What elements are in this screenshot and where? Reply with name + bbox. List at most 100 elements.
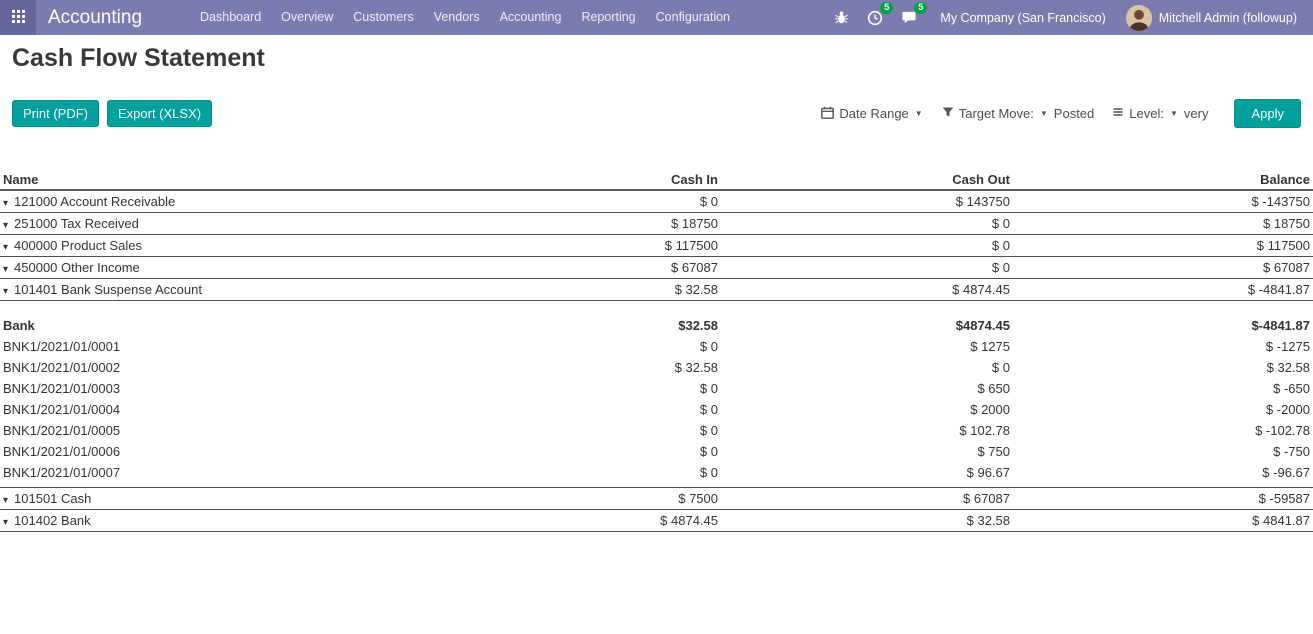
cash-flow-table: Name Cash In Cash Out Balance ▾121000 Ac… [0,170,1313,532]
cash-out-cell: $ 4874.45 [721,279,1013,301]
apps-grid-icon [12,10,25,26]
main-content: Cash Flow Statement Print (PDF) Export (… [0,44,1313,532]
level-filter[interactable]: Level: ▼ very [1112,106,1208,121]
cash-in-cell: $ 0 [429,441,721,462]
messages-chat-icon[interactable]: 5 [892,0,926,35]
cash-out-cell: $ 96.67 [721,462,1013,483]
level-icon [1112,106,1124,121]
page-title: Cash Flow Statement [12,44,1301,73]
name-cell: Bank [0,315,429,336]
row-name: 400000 Product Sales [14,238,142,253]
activity-count-badge: 5 [880,2,893,14]
row-name: BNK1/2021/01/0003 [3,381,120,396]
header-name: Name [0,170,429,190]
header-cash-out: Cash Out [721,170,1013,190]
expand-caret-icon[interactable]: ▾ [3,220,8,231]
name-cell: ▾ 101401 Bank Suspense Account [0,279,429,301]
app-brand[interactable]: Accounting [48,7,142,29]
account-row[interactable]: ▾101401 Bank Suspense Account$ 32.58$ 48… [0,279,1313,301]
name-cell: BNK1/2021/01/0003 [0,378,429,399]
level-label: Level: [1129,106,1164,121]
menu-item-overview[interactable]: Overview [271,0,343,35]
expand-caret-icon[interactable]: ▾ [3,517,8,528]
cash-in-cell: $ 0 [429,420,721,441]
balance-cell: $ -96.67 [1013,462,1313,483]
move-line-row: BNK1/2021/01/0007$ 0$ 96.67$ -96.67 [0,462,1313,483]
menu-item-reporting[interactable]: Reporting [571,0,645,35]
account-row[interactable]: ▾121000 Account Receivable$ 0$ 143750$ -… [0,190,1313,213]
row-name: 251000 Tax Received [14,216,139,231]
menu-item-vendors[interactable]: Vendors [424,0,490,35]
balance-cell: $ 4841.87 [1013,510,1313,532]
navbar: Accounting Dashboard Overview Customers … [0,0,1313,35]
company-switcher[interactable]: My Company (San Francisco) [926,11,1119,25]
apps-menu-button[interactable] [0,0,36,35]
chevron-down-icon: ▼ [915,109,923,118]
menu-item-dashboard[interactable]: Dashboard [190,0,271,35]
expand-caret-icon[interactable]: ▾ [3,242,8,253]
debug-bug-icon[interactable] [825,0,858,35]
name-cell: BNK1/2021/01/0005 [0,420,429,441]
target-move-value: Posted [1054,106,1094,121]
move-line-row: BNK1/2021/01/0002$ 32.58$ 0$ 32.58 [0,357,1313,378]
name-cell: BNK1/2021/01/0002 [0,357,429,378]
filter-funnel-icon [942,106,954,121]
message-count-badge: 5 [914,2,927,14]
target-move-label: Target Move: [959,106,1034,121]
account-row[interactable]: ▾101402 Bank$ 4874.45$ 32.58$ 4841.87 [0,510,1313,532]
report-table-body: ▾121000 Account Receivable$ 0$ 143750$ -… [0,190,1313,532]
cash-in-cell: $ 32.58 [429,357,721,378]
name-cell: BNK1/2021/01/0007 [0,462,429,483]
table-header-row: Name Cash In Cash Out Balance [0,170,1313,190]
name-cell: BNK1/2021/01/0004 [0,399,429,420]
account-row[interactable]: ▾101501 Cash$ 7500$ 67087$ -59587 [0,488,1313,510]
balance-cell: $-4841.87 [1013,315,1313,336]
name-cell: BNK1/2021/01/0001 [0,336,429,357]
cash-in-cell: $ 0 [429,399,721,420]
balance-cell: $ 32.58 [1013,357,1313,378]
name-cell: BNK1/2021/01/0006 [0,441,429,462]
expand-caret-icon[interactable]: ▾ [3,198,8,209]
date-range-filter[interactable]: Date Range ▼ [821,106,923,122]
balance-cell: $ -1275 [1013,336,1313,357]
cash-out-cell: $ 0 [721,357,1013,378]
account-row[interactable]: ▾251000 Tax Received$ 18750$ 0$ 18750 [0,213,1313,235]
move-line-row: BNK1/2021/01/0003$ 0$ 650$ -650 [0,378,1313,399]
menu-item-configuration[interactable]: Configuration [646,0,740,35]
print-pdf-button[interactable]: Print (PDF) [12,100,99,127]
avatar [1126,5,1152,31]
cash-in-cell: $ 0 [429,462,721,483]
expand-caret-icon[interactable]: ▾ [3,286,8,297]
export-xlsx-button[interactable]: Export (XLSX) [107,100,212,127]
cash-in-cell: $ 7500 [429,488,721,510]
export-buttons: Print (PDF) Export (XLSX) [12,100,212,127]
account-row[interactable]: ▾400000 Product Sales$ 117500$ 0$ 117500 [0,235,1313,257]
activities-clock-icon[interactable]: 5 [858,0,892,35]
top-menu: Dashboard Overview Customers Vendors Acc… [190,0,740,35]
row-name: BNK1/2021/01/0004 [3,402,120,417]
expand-caret-icon[interactable]: ▾ [3,495,8,506]
cash-in-cell: $ 0 [429,336,721,357]
menu-item-customers[interactable]: Customers [343,0,423,35]
user-menu[interactable]: Mitchell Admin (followup) [1120,5,1303,31]
cash-out-cell: $ 0 [721,257,1013,279]
chevron-down-icon: ▼ [1170,109,1178,118]
menu-item-accounting[interactable]: Accounting [490,0,572,35]
cash-out-cell: $ 32.58 [721,510,1013,532]
cash-out-cell: $ 0 [721,213,1013,235]
header-cash-in: Cash In [429,170,721,190]
spacer-row [0,301,1313,315]
row-name: Bank [3,318,35,333]
cash-out-cell: $ 102.78 [721,420,1013,441]
account-row[interactable]: ▾450000 Other Income$ 67087$ 0$ 67087 [0,257,1313,279]
cash-in-cell: $ 117500 [429,235,721,257]
balance-cell: $ 117500 [1013,235,1313,257]
expand-caret-icon[interactable]: ▾ [3,264,8,275]
cash-out-cell: $ 143750 [721,190,1013,213]
balance-cell: $ -59587 [1013,488,1313,510]
target-move-filter[interactable]: Target Move: ▼ Posted [942,106,1095,121]
row-name: 101401 Bank Suspense Account [14,282,202,297]
apply-button[interactable]: Apply [1234,99,1301,128]
user-name: Mitchell Admin (followup) [1159,11,1297,25]
name-cell: ▾121000 Account Receivable [0,190,429,213]
